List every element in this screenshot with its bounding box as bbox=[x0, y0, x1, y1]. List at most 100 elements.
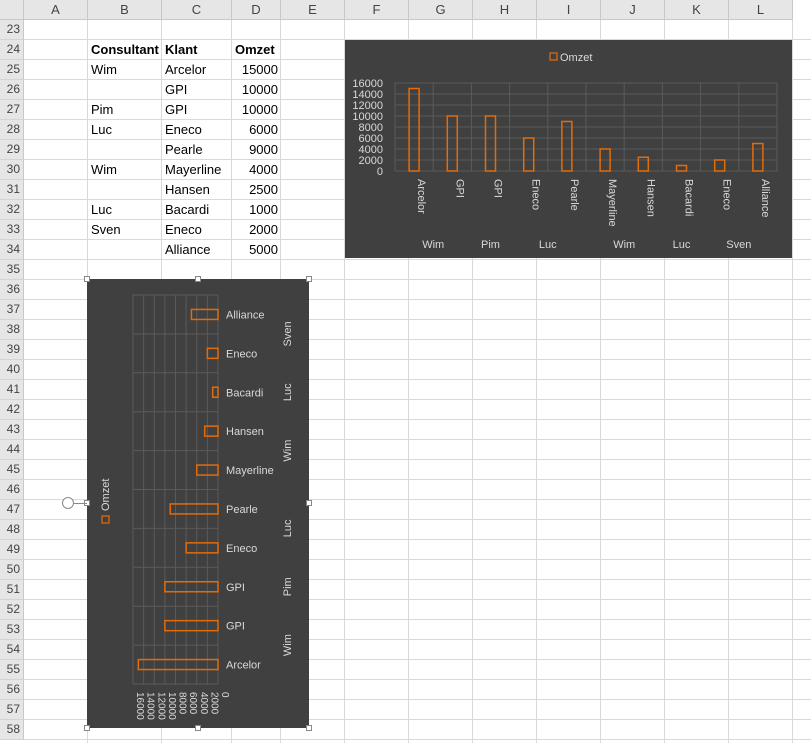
row-header-40[interactable]: 40 bbox=[0, 360, 24, 380]
column-header-d[interactable]: D bbox=[232, 0, 281, 20]
row-header-28[interactable]: 28 bbox=[0, 120, 24, 140]
bar-bacardi bbox=[675, 164, 688, 172]
row-header-42[interactable]: 42 bbox=[0, 400, 24, 420]
cell-klant[interactable]: Arcelor bbox=[162, 60, 232, 80]
row-header-34[interactable]: 34 bbox=[0, 240, 24, 260]
row-header-26[interactable]: 26 bbox=[0, 80, 24, 100]
row-header-29[interactable]: 29 bbox=[0, 140, 24, 160]
row-header-51[interactable]: 51 bbox=[0, 580, 24, 600]
chart-omzet-rotated[interactable]: 16000 14000 12000 10000 8000 6000 4000 2000 0 Arc… bbox=[87, 279, 309, 728]
cell-omzet[interactable]: 2500 bbox=[232, 180, 281, 200]
cell-omzet[interactable]: 5000 bbox=[232, 240, 281, 260]
row-header-56[interactable]: 56 bbox=[0, 680, 24, 700]
row-header-27[interactable]: 27 bbox=[0, 100, 24, 120]
row-header-50[interactable]: 50 bbox=[0, 560, 24, 580]
cell-klant[interactable]: Alliance bbox=[162, 240, 232, 260]
row-header-33[interactable]: 33 bbox=[0, 220, 24, 240]
cell-consultant[interactable]: Wim bbox=[88, 160, 162, 180]
row-header-45[interactable]: 45 bbox=[0, 460, 24, 480]
row-header-36[interactable]: 36 bbox=[0, 280, 24, 300]
resize-handle[interactable] bbox=[84, 276, 90, 282]
cell-consultant[interactable]: Luc bbox=[88, 200, 162, 220]
row-header-46[interactable]: 46 bbox=[0, 480, 24, 500]
row-header-31[interactable]: 31 bbox=[0, 180, 24, 200]
cell-omzet[interactable]: 9000 bbox=[232, 140, 281, 160]
cell-consultant[interactable]: Pim bbox=[88, 100, 162, 120]
row-header-39[interactable]: 39 bbox=[0, 340, 24, 360]
column-header-g[interactable]: G bbox=[409, 0, 473, 20]
row-header-55[interactable]: 55 bbox=[0, 660, 24, 680]
row-header-52[interactable]: 52 bbox=[0, 600, 24, 620]
row-header-25[interactable]: 25 bbox=[0, 60, 24, 80]
row-header-41[interactable]: 41 bbox=[0, 380, 24, 400]
row-header-38[interactable]: 38 bbox=[0, 320, 24, 340]
column-header-h[interactable]: H bbox=[473, 0, 537, 20]
cell-consultant[interactable] bbox=[88, 240, 162, 260]
column-header-i[interactable]: I bbox=[537, 0, 601, 20]
cell-omzet[interactable]: 15000 bbox=[232, 60, 281, 80]
column-header-e[interactable]: E bbox=[281, 0, 345, 20]
row-header-32[interactable]: 32 bbox=[0, 200, 24, 220]
bar-alliance bbox=[190, 308, 219, 321]
cell-klant[interactable]: Mayerline bbox=[162, 160, 232, 180]
cell-klant[interactable]: GPI bbox=[162, 100, 232, 120]
cell-omzet[interactable]: 2000 bbox=[232, 220, 281, 240]
cell-klant[interactable]: Eneco bbox=[162, 220, 232, 240]
cell-omzet[interactable]: 1000 bbox=[232, 200, 281, 220]
cell-omzet[interactable]: 6000 bbox=[232, 120, 281, 140]
cell-consultant[interactable]: Wim bbox=[88, 60, 162, 80]
cell-klant[interactable]: Bacardi bbox=[162, 200, 232, 220]
resize-handle[interactable] bbox=[195, 276, 201, 282]
cell-klant[interactable]: Hansen bbox=[162, 180, 232, 200]
row-header-48[interactable]: 48 bbox=[0, 520, 24, 540]
row-header-35[interactable]: 35 bbox=[0, 260, 24, 280]
x-tick-label: Bacardi bbox=[226, 387, 263, 399]
cell-header-omzet[interactable]: Omzet bbox=[232, 40, 281, 60]
column-header-a[interactable]: A bbox=[24, 0, 88, 20]
y-tick-label: 14000 bbox=[145, 692, 156, 720]
cell-klant[interactable]: GPI bbox=[162, 80, 232, 100]
row-header-23[interactable]: 23 bbox=[0, 20, 24, 40]
cell-consultant[interactable]: Sven bbox=[88, 220, 162, 240]
cell-consultant[interactable] bbox=[88, 180, 162, 200]
resize-handle[interactable] bbox=[306, 276, 312, 282]
row-header-49[interactable]: 49 bbox=[0, 540, 24, 560]
select-all-corner[interactable] bbox=[0, 0, 24, 20]
column-header-k[interactable]: K bbox=[665, 0, 729, 20]
column-header-l[interactable]: L bbox=[729, 0, 793, 20]
row-header-30[interactable]: 30 bbox=[0, 160, 24, 180]
row-header-24[interactable]: 24 bbox=[0, 40, 24, 60]
chart-omzet-columns[interactable]: 16000 14000 12000 10000 8000 6000 4000 2000 0 Arc… bbox=[345, 40, 792, 258]
row-header-58[interactable]: 58 bbox=[0, 720, 24, 740]
row-header-43[interactable]: 43 bbox=[0, 420, 24, 440]
spreadsheet-grid[interactable]: ABCDEFGHIJKL 23 24 25 26 27 28 29 30 31 32 33 34 35 3… bbox=[0, 0, 811, 743]
row-header-44[interactable]: 44 bbox=[0, 440, 24, 460]
cell-omzet[interactable]: 10000 bbox=[232, 100, 281, 120]
cell-header-klant[interactable]: Klant bbox=[162, 40, 232, 60]
x-tick-label: Arcelor bbox=[226, 660, 261, 672]
cell-omzet[interactable]: 10000 bbox=[232, 80, 281, 100]
resize-handle[interactable] bbox=[195, 725, 201, 731]
x-tick-label: Mayerline bbox=[606, 179, 618, 227]
row-header-47[interactable]: 47 bbox=[0, 500, 24, 520]
rotate-handle-icon[interactable] bbox=[62, 497, 74, 509]
cell-klant[interactable]: Eneco bbox=[162, 120, 232, 140]
column-header-b[interactable]: B bbox=[88, 0, 162, 20]
resize-handle[interactable] bbox=[306, 500, 312, 506]
row-header-57[interactable]: 57 bbox=[0, 700, 24, 720]
group-label: Pim bbox=[481, 239, 500, 251]
row-header-53[interactable]: 53 bbox=[0, 620, 24, 640]
column-header-c[interactable]: C bbox=[162, 0, 232, 20]
cell-consultant[interactable] bbox=[88, 80, 162, 100]
row-header-37[interactable]: 37 bbox=[0, 300, 24, 320]
cell-klant[interactable]: Pearle bbox=[162, 140, 232, 160]
cell-omzet[interactable]: 4000 bbox=[232, 160, 281, 180]
column-header-f[interactable]: F bbox=[345, 0, 409, 20]
row-header-54[interactable]: 54 bbox=[0, 640, 24, 660]
cell-consultant[interactable]: Luc bbox=[88, 120, 162, 140]
column-header-j[interactable]: J bbox=[601, 0, 665, 20]
cell-header-consultant[interactable]: Consultant bbox=[88, 40, 162, 60]
cell-consultant[interactable] bbox=[88, 140, 162, 160]
resize-handle[interactable] bbox=[84, 725, 90, 731]
resize-handle[interactable] bbox=[306, 725, 312, 731]
